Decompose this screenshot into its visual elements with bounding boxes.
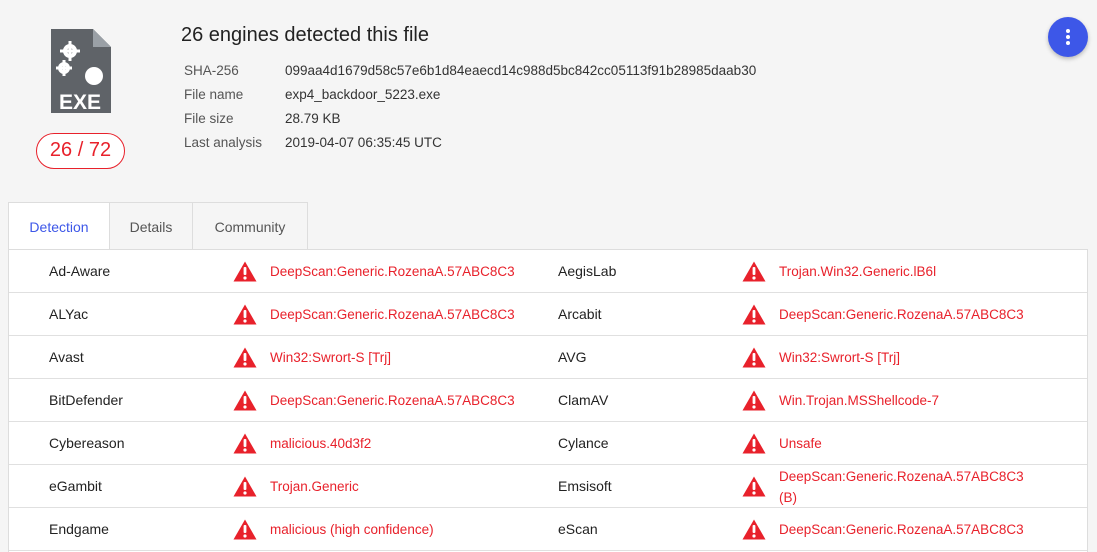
meta-row-sha256: SHA-256 099aa4d1679d58c57e6b1d84eaecd14c… — [184, 62, 756, 86]
warning-triangle-icon — [233, 476, 257, 497]
table-row: Cybereason malicious.40d3f2 Cylance Unsafe — [9, 422, 1087, 465]
meta-key: File size — [184, 111, 234, 126]
engine-name: ALYac — [49, 306, 89, 322]
engine-name: AVG — [558, 349, 587, 365]
detection-result: malicious (high confidence) — [270, 522, 434, 537]
warning-triangle-icon — [742, 433, 766, 454]
detection-result: DeepScan:Generic.RozenaA.57ABC8C3 — [270, 307, 515, 322]
detection-result: DeepScan:Generic.RozenaA.57ABC8C3 (B) — [779, 468, 1024, 505]
engine-name: eGambit — [49, 478, 102, 494]
file-metadata: SHA-256 099aa4d1679d58c57e6b1d84eaecd14c… — [184, 62, 756, 158]
detection-result: Win32:Swrort-S [Trj] — [779, 350, 901, 365]
engine-name: Emsisoft — [558, 478, 612, 494]
meta-row-file-size: File size 28.79 KB — [184, 110, 756, 134]
warning-triangle-icon — [742, 476, 766, 497]
tab-community[interactable]: Community — [192, 202, 308, 250]
detection-result: malicious.40d3f2 — [270, 436, 372, 451]
file-name-value: exp4_backdoor_5223.exe — [285, 87, 441, 102]
meta-row-last-analysis: Last analysis 2019-04-07 06:35:45 UTC — [184, 134, 756, 158]
table-row: Ad-Aware DeepScan:Generic.RozenaA.57ABC8C… — [9, 250, 1087, 293]
warning-triangle-icon — [742, 390, 766, 411]
engine-name: Cylance — [558, 435, 609, 451]
warning-triangle-icon — [233, 261, 257, 282]
last-analysis-value: 2019-04-07 06:35:45 UTC — [285, 135, 442, 150]
engine-name: ClamAV — [558, 392, 609, 408]
more-vert-icon-dot — [1066, 41, 1070, 46]
detection-table: Ad-Aware DeepScan:Generic.RozenaA.57ABC8C… — [8, 249, 1088, 552]
meta-key: File name — [184, 87, 244, 102]
meta-key: SHA-256 — [184, 63, 239, 78]
warning-triangle-icon — [742, 261, 766, 282]
more-options-button[interactable] — [1048, 17, 1088, 57]
page-title: 26 engines detected this file — [181, 24, 429, 46]
warning-triangle-icon — [233, 519, 257, 540]
engine-name: Arcabit — [558, 306, 602, 322]
warning-triangle-icon — [233, 390, 257, 411]
table-row: Endgame malicious (high confidence) eScan D… — [9, 508, 1087, 551]
meta-key: Last analysis — [184, 135, 263, 150]
table-row: eGambit Trojan.Generic Emsisoft DeepScan:Ge… — [9, 465, 1087, 508]
detection-result: Trojan.Generic — [270, 479, 359, 494]
detection-result: DeepScan:Generic.RozenaA.57ABC8C3 — [270, 393, 515, 408]
tab-detection[interactable]: Detection — [8, 202, 110, 251]
warning-triangle-icon — [233, 433, 257, 454]
engine-name: Ad-Aware — [49, 263, 111, 279]
more-vert-icon-dot — [1066, 35, 1070, 39]
table-row: BitDefender DeepScan:Generic.RozenaA.57AB… — [9, 379, 1087, 422]
file-type-label: EXE — [59, 91, 101, 114]
detection-result: DeepScan:Generic.RozenaA.57ABC8C3 — [779, 307, 1024, 322]
engine-name: BitDefender — [49, 392, 123, 408]
tab-bar: Detection Details Community — [8, 202, 308, 251]
tab-details[interactable]: Details — [109, 202, 193, 250]
warning-triangle-icon — [742, 519, 766, 540]
detection-result: Unsafe — [779, 436, 822, 451]
sha256-value[interactable]: 099aa4d1679d58c57e6b1d84eaecd14c988d5bc8… — [285, 62, 756, 86]
exe-file-icon: EXE — [51, 29, 111, 114]
table-row: Avast Win32:Swrort-S [Trj] AVG Win32:Swrort… — [9, 336, 1087, 379]
warning-triangle-icon — [742, 347, 766, 368]
engine-name: eScan — [558, 521, 598, 537]
file-size-value: 28.79 KB — [285, 111, 341, 126]
engine-name: AegisLab — [558, 263, 617, 279]
detection-result: DeepScan:Generic.RozenaA.57ABC8C3 — [779, 522, 1024, 537]
warning-triangle-icon — [233, 347, 257, 368]
engine-name: Cybereason — [49, 435, 125, 451]
warning-triangle-icon — [742, 304, 766, 325]
detection-result: Win.Trojan.MSShellcode-7 — [779, 393, 940, 408]
engine-name: Endgame — [49, 521, 109, 537]
detection-result: DeepScan:Generic.RozenaA.57ABC8C3 — [270, 264, 515, 279]
more-vert-icon — [1066, 28, 1070, 33]
warning-triangle-icon — [233, 304, 257, 325]
table-row: ALYac DeepScan:Generic.RozenaA.57ABC8C3 Ar… — [9, 293, 1087, 336]
engine-name: Avast — [49, 349, 84, 365]
meta-row-file-name: File name exp4_backdoor_5223.exe — [184, 86, 756, 110]
detection-result: Trojan.Win32.Generic.lB6l — [779, 264, 937, 279]
detection-result: Win32:Swrort-S [Trj] — [270, 350, 392, 365]
detection-ratio-badge: 26 / 72 — [36, 133, 125, 169]
